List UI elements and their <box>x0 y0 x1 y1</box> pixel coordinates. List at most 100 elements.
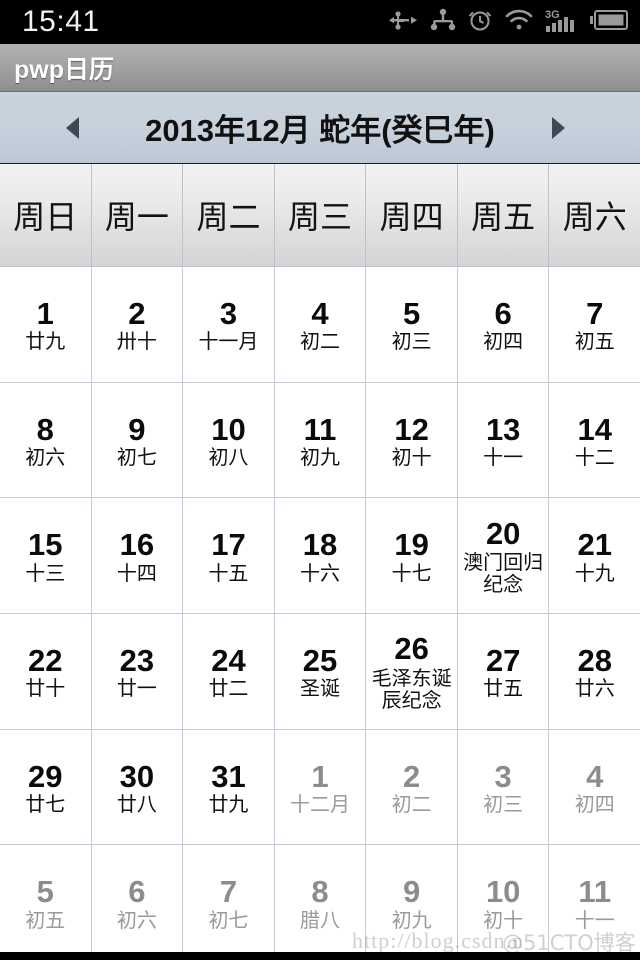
calendar-day-cell[interactable]: 2 卅十 <box>91 267 184 382</box>
day-lunar-label: 廿九 <box>25 329 66 354</box>
calendar-day-cell[interactable]: 16 十四 <box>91 498 184 614</box>
weekday-header-cell: 周五 <box>458 164 550 266</box>
calendar-day-cell[interactable]: 12 初十 <box>366 382 458 498</box>
calendar-day-cell[interactable]: 19 十七 <box>366 498 458 614</box>
calendar-day-cell[interactable]: 1 十二月 <box>274 729 367 845</box>
calendar-day-cell[interactable]: 20 澳门回归纪念 <box>457 498 550 614</box>
calendar-day-cell[interactable]: 17 十五 <box>183 498 275 614</box>
day-number: 25 <box>302 642 338 678</box>
usb-icon <box>389 9 419 36</box>
day-lunar-label: 初九 <box>300 445 341 470</box>
calendar-day-cell[interactable]: 3 初三 <box>457 729 550 845</box>
day-number: 9 <box>128 411 146 447</box>
calendar-day-cell[interactable]: 11 十一 <box>549 845 640 960</box>
calendar-day-cell[interactable]: 6 初四 <box>457 267 550 382</box>
calendar-day-cell[interactable]: 5 初三 <box>366 267 458 382</box>
weekday-label: 周六 <box>562 198 627 236</box>
day-number: 15 <box>28 527 63 563</box>
day-lunar-label: 圣诞 <box>300 676 341 701</box>
alarm-clock-icon <box>467 7 493 38</box>
day-lunar-label: 十九 <box>574 560 615 585</box>
day-lunar-label: 十二月 <box>290 792 351 817</box>
chevron-right-icon <box>551 116 565 139</box>
day-lunar-label: 初十 <box>391 445 432 470</box>
day-lunar-label: 初八 <box>208 445 249 470</box>
day-lunar-label: 初四 <box>483 329 524 354</box>
calendar-day-cell[interactable]: 10 初八 <box>183 382 275 498</box>
weekday-header-cell: 周二 <box>183 164 275 266</box>
calendar-day-cell[interactable]: 30 廿八 <box>91 729 184 845</box>
day-number: 7 <box>586 295 604 331</box>
day-lunar-label: 澳门回归纪念 <box>463 550 544 597</box>
day-lunar-label: 初三 <box>483 792 524 817</box>
day-lunar-label: 廿八 <box>116 792 157 817</box>
calendar-day-cell[interactable]: 18 十六 <box>274 498 367 614</box>
day-number: 10 <box>485 874 521 910</box>
day-number: 6 <box>128 874 146 910</box>
calendar-day-cell[interactable]: 22 廿十 <box>0 614 92 729</box>
calendar-day-cell[interactable]: 25 圣诞 <box>274 614 367 729</box>
day-number: 7 <box>219 874 238 910</box>
day-number: 17 <box>211 527 246 563</box>
weekday-label: 周四 <box>379 198 444 236</box>
day-lunar-label: 初七 <box>116 445 157 470</box>
calendar-day-cell[interactable]: 9 初七 <box>91 382 184 498</box>
calendar-day-cell[interactable]: 28 廿六 <box>549 614 640 729</box>
day-number: 28 <box>577 642 612 678</box>
day-number: 27 <box>485 642 521 678</box>
calendar-day-cell[interactable]: 7 初七 <box>183 845 275 960</box>
day-lunar-label: 十一月 <box>198 329 259 354</box>
calendar-day-cell[interactable]: 6 初六 <box>91 845 184 960</box>
calendar-day-cell[interactable]: 24 廿二 <box>183 614 275 729</box>
calendar-day-cell[interactable]: 14 十二 <box>549 382 640 498</box>
calendar-day-cell[interactable]: 3 十一月 <box>183 267 275 382</box>
day-lunar-label: 毛泽东诞辰纪念 <box>371 665 452 713</box>
calendar-day-cell[interactable]: 7 初五 <box>549 267 640 382</box>
day-lunar-label: 初四 <box>574 792 615 817</box>
day-lunar-label: 十三 <box>25 560 66 585</box>
day-lunar-label: 腊八 <box>300 907 341 932</box>
calendar-week-row: 29 廿七 30 廿八 31 廿九 1 十二月 2 初二 3 初三 4 初四 <box>0 729 640 846</box>
day-number: 4 <box>586 758 604 794</box>
day-lunar-label: 初十 <box>483 907 524 932</box>
calendar-day-cell[interactable]: 5 初五 <box>0 845 92 960</box>
calendar-day-cell[interactable]: 31 廿九 <box>183 729 275 845</box>
weekday-label: 周三 <box>288 198 353 236</box>
calendar-day-cell[interactable]: 26 毛泽东诞辰纪念 <box>366 614 458 729</box>
calendar-day-cell[interactable]: 15 十三 <box>0 498 92 614</box>
day-number: 4 <box>311 295 329 331</box>
day-number: 1 <box>36 295 54 331</box>
day-lunar-label: 廿七 <box>25 792 66 817</box>
next-month-button[interactable] <box>522 92 594 163</box>
weekday-header-cell: 周日 <box>0 164 92 266</box>
day-number: 29 <box>28 758 63 794</box>
calendar-week-row: 22 廿十 23 廿一 24 廿二 25 圣诞 26 毛泽东诞辰纪念 27 廿五 28 廿六 <box>0 614 640 730</box>
calendar-day-cell[interactable]: 8 初六 <box>0 382 92 498</box>
prev-month-button[interactable] <box>36 92 108 163</box>
calendar-day-cell[interactable]: 9 初九 <box>366 845 458 960</box>
month-title: 2013年12月 蛇年(癸巳年) <box>145 113 495 148</box>
calendar-day-cell[interactable]: 2 初二 <box>366 729 458 845</box>
day-number: 8 <box>36 411 54 447</box>
day-number: 18 <box>302 527 338 563</box>
calendar-day-cell[interactable]: 1 廿九 <box>0 267 92 382</box>
chevron-left-icon <box>65 116 79 139</box>
calendar-day-cell[interactable]: 4 初四 <box>549 729 640 845</box>
calendar-day-cell[interactable]: 27 廿五 <box>457 614 550 729</box>
day-lunar-label: 初五 <box>574 329 615 354</box>
wifi-icon <box>504 8 534 36</box>
day-lunar-label: 十七 <box>391 560 432 585</box>
calendar-day-cell[interactable]: 8 腊八 <box>274 845 367 960</box>
day-lunar-label: 十四 <box>116 560 157 585</box>
calendar-day-cell[interactable]: 10 初十 <box>457 845 550 960</box>
calendar-day-cell[interactable]: 13 十一 <box>457 382 550 498</box>
calendar-day-cell[interactable]: 29 廿七 <box>0 729 92 845</box>
calendar-week-row: 8 初六 9 初七 10 初八 11 初九 12 初十 13 十一 14 十二 <box>0 382 640 499</box>
calendar-day-cell[interactable]: 11 初九 <box>274 382 367 498</box>
calendar-day-cell[interactable]: 4 初二 <box>274 267 367 382</box>
day-lunar-label: 廿二 <box>208 676 249 701</box>
calendar-day-cell[interactable]: 21 十九 <box>549 498 640 614</box>
day-lunar-label: 十一 <box>574 907 615 932</box>
app-title-bar: pwp日历 <box>0 44 640 92</box>
calendar-day-cell[interactable]: 23 廿一 <box>91 614 184 729</box>
